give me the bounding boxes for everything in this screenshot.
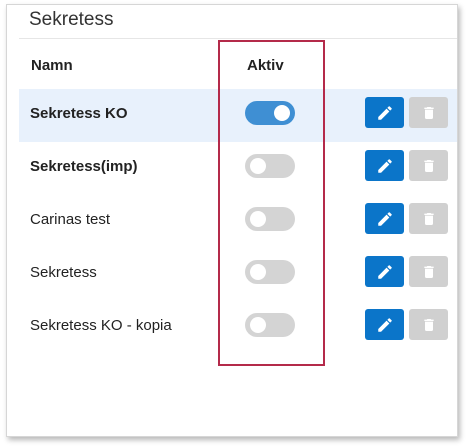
edit-button[interactable]: [365, 150, 404, 181]
toggle-knob: [274, 105, 290, 121]
row-name: Sekretess KO: [30, 105, 128, 122]
trash-icon: [423, 265, 434, 278]
row-name: Sekretess(imp): [30, 158, 138, 175]
trash-icon: [423, 106, 434, 119]
panel-title: Sekretess: [29, 9, 114, 30]
toggle-knob: [250, 158, 266, 174]
table-row[interactable]: Sekretess KO: [19, 89, 457, 142]
row-name: Sekretess KO - kopia: [30, 317, 172, 334]
title-divider: [19, 38, 457, 39]
trash-icon: [423, 318, 434, 331]
delete-button[interactable]: [409, 309, 448, 340]
table-row[interactable]: Sekretess: [19, 248, 457, 301]
delete-button[interactable]: [409, 150, 448, 181]
trash-icon: [423, 159, 434, 172]
pencil-icon: [377, 264, 392, 279]
active-toggle[interactable]: [245, 207, 295, 231]
active-toggle[interactable]: [245, 154, 295, 178]
edit-button[interactable]: [365, 309, 404, 340]
trash-icon: [423, 212, 434, 225]
pencil-icon: [377, 158, 392, 173]
active-toggle[interactable]: [245, 313, 295, 337]
delete-button[interactable]: [409, 97, 448, 128]
edit-button[interactable]: [365, 203, 404, 234]
toggle-knob: [250, 317, 266, 333]
table-row[interactable]: Carinas test: [19, 195, 457, 248]
active-toggle[interactable]: [245, 101, 295, 125]
sekretess-panel: Sekretess Namn Aktiv Sekretess KO Sekret…: [6, 4, 458, 437]
toggle-knob: [250, 264, 266, 280]
row-name: Carinas test: [30, 211, 111, 228]
pencil-icon: [377, 105, 392, 120]
table-row[interactable]: Sekretess(imp): [19, 142, 457, 195]
toggle-knob: [250, 211, 266, 227]
edit-button[interactable]: [365, 97, 404, 128]
active-toggle[interactable]: [245, 260, 295, 284]
column-header-name: Namn: [31, 57, 73, 74]
column-header-active: Aktiv: [247, 57, 284, 74]
delete-button[interactable]: [409, 256, 448, 287]
edit-button[interactable]: [365, 256, 404, 287]
delete-button[interactable]: [409, 203, 448, 234]
pencil-icon: [377, 317, 392, 332]
row-name: Sekretess: [30, 264, 97, 281]
pencil-icon: [377, 211, 392, 226]
table-row[interactable]: Sekretess KO - kopia: [19, 301, 457, 354]
